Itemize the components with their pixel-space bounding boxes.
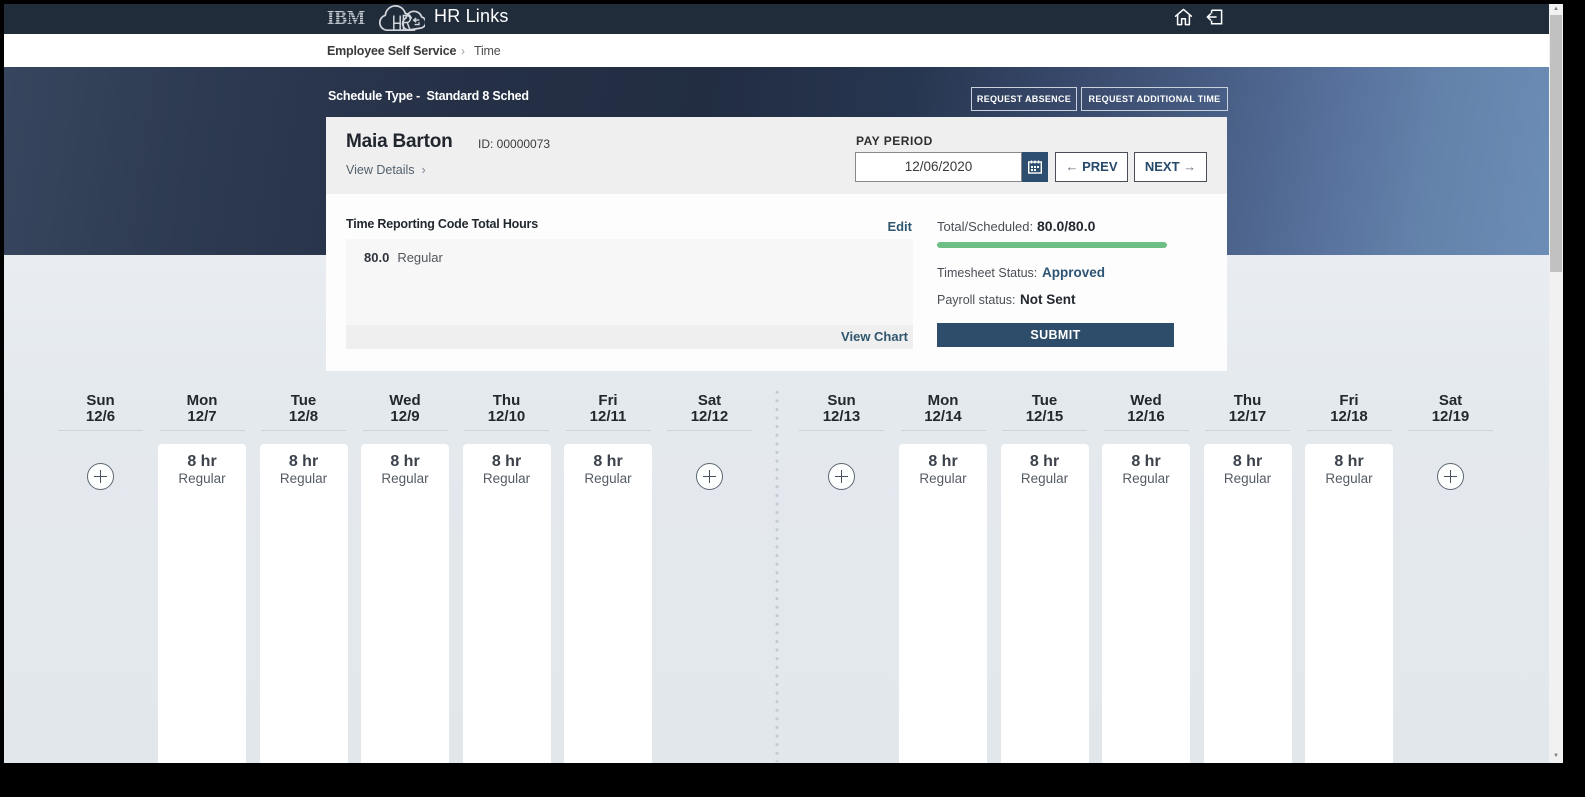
svg-text:IBM: IBM	[327, 8, 365, 27]
